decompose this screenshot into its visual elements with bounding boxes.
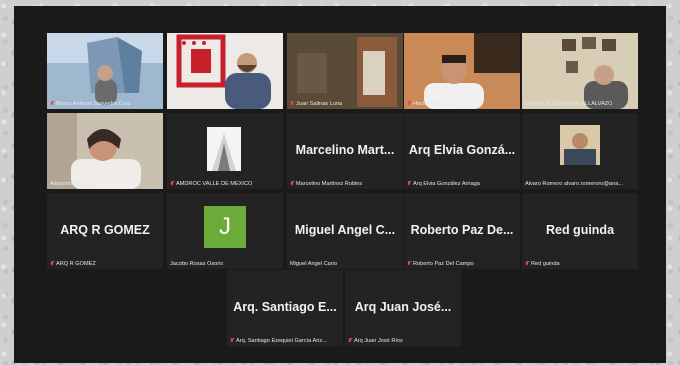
participant-label: Marco Antonio Saavedra Cruz <box>50 101 131 107</box>
participant-label: Roberto Paz Del Campo <box>407 261 474 267</box>
avatar: J <box>204 206 246 248</box>
participant-tile-15[interactable]: Red guinda Red guinda <box>522 193 638 269</box>
mic-muted-icon <box>290 181 294 187</box>
mic-muted-icon <box>407 261 411 267</box>
participant-label: Jacobo Rosas Osorio <box>170 261 223 267</box>
mic-muted-icon <box>407 181 411 187</box>
participant-name: Alejandra Miranda <box>50 181 96 187</box>
participant-label: AMDROC VALLE DE MEXICO <box>170 181 252 187</box>
participant-name: Red guinda <box>531 261 560 267</box>
participant-label: ARQ R GOMEZ <box>50 261 96 267</box>
participant-label: Alvaro Romero alvaro.romeroro@ana... <box>525 181 623 187</box>
participant-tile-6[interactable]: Alejandra Miranda <box>47 113 163 189</box>
participant-tile-5-active-speaker[interactable]: ENRIQUE ESTRADA VILLALVAZO <box>522 33 638 109</box>
mic-muted-icon <box>525 261 529 267</box>
participant-tile-17[interactable]: Arq Juan José... Arq Juan José Ríos <box>345 270 461 346</box>
participant-name: Jacobo Rosas Osorio <box>170 261 224 267</box>
mic-muted-icon <box>348 338 352 344</box>
participant-label: Hector Valencia <box>407 101 452 107</box>
participant-video <box>167 33 283 109</box>
participant-display-name: Miguel Angel C... <box>294 223 396 237</box>
participant-tile-11[interactable]: ARQ R GOMEZ ARQ R GOMEZ <box>47 193 163 269</box>
participant-tile-12[interactable]: J Jacobo Rosas Osorio <box>167 193 283 269</box>
mic-muted-icon <box>407 101 411 107</box>
participant-label: Juan Salinas Luna <box>290 101 342 107</box>
mic-muted-icon <box>170 181 174 187</box>
participant-tile-4[interactable]: Hector Valencia <box>404 33 520 109</box>
participant-name: Arq. Santiago Ezequiel García Ariz... <box>236 338 327 344</box>
participant-display-name: ARQ R GOMEZ <box>60 223 150 237</box>
participant-display-name: Red guinda <box>545 223 615 237</box>
participant-tile-2[interactable]: Colegio de Arquitectos <box>167 33 283 109</box>
participant-tile-16[interactable]: Arq. Santiago E... Arq. Santiago Ezequie… <box>227 270 343 346</box>
participant-video <box>522 113 638 189</box>
participant-tile-13[interactable]: Miguel Angel C... Miguel Angel Cano <box>287 193 403 269</box>
participant-video <box>47 33 163 109</box>
participant-name: Alvaro Romero alvaro.romeroro@ana... <box>525 181 624 187</box>
participant-label: Marcelino Martinez Robles <box>290 181 362 187</box>
participant-tile-3[interactable]: Juan Salinas Luna <box>287 33 403 109</box>
participant-name: Arq Juan José Ríos <box>354 338 403 344</box>
participant-label: Red guinda <box>525 261 560 267</box>
participant-video <box>404 33 520 109</box>
zoom-gallery-window: Marco Antonio Saavedra Cruz Colegio de A… <box>14 6 666 363</box>
participant-tile-1[interactable]: Marco Antonio Saavedra Cruz <box>47 33 163 109</box>
participant-name: Juan Salinas Luna <box>296 101 343 107</box>
participant-tile-14[interactable]: Roberto Paz De... Roberto Paz Del Campo <box>404 193 520 269</box>
participant-label: Arq Elvia González Arriaga <box>407 181 480 187</box>
participant-name: ARQ R GOMEZ <box>56 261 96 267</box>
participant-name: Colegio de Arquitectos <box>170 101 226 107</box>
participant-tile-7[interactable]: AMDROC VALLE DE MEXICO <box>167 113 283 189</box>
participant-display-name: Arq Juan José... <box>354 300 452 314</box>
participant-display-name: Arq. Santiago E... <box>233 300 337 314</box>
participant-name: Roberto Paz Del Campo <box>413 261 474 267</box>
participant-video <box>522 33 638 109</box>
participant-display-name: Roberto Paz De... <box>410 223 514 237</box>
mic-muted-icon <box>50 101 54 107</box>
participant-display-name: Marcelino Mart... <box>295 143 395 157</box>
participant-name: Miguel Angel Cano <box>290 261 337 267</box>
participant-video <box>167 113 283 189</box>
participant-name: Arq Elvia González Arriaga <box>413 181 480 187</box>
participant-label: Colegio de Arquitectos <box>170 101 226 107</box>
participant-tile-9[interactable]: Arq Elvia Gonzá... Arq Elvia González Ar… <box>404 113 520 189</box>
participant-name: AMDROC VALLE DE MEXICO <box>176 181 253 187</box>
participant-label: Arq. Santiago Ezequiel García Ariz... <box>230 338 327 344</box>
participant-name: Marcelino Martinez Robles <box>296 181 363 187</box>
participant-label: Miguel Angel Cano <box>290 261 337 267</box>
mic-muted-icon <box>290 101 294 107</box>
participant-label: ENRIQUE ESTRADA VILLALVAZO <box>525 101 612 107</box>
mic-muted-icon <box>230 338 234 344</box>
mic-muted-icon <box>50 261 54 267</box>
participant-tile-10[interactable]: Alvaro Romero alvaro.romeroro@ana... <box>522 113 638 189</box>
participant-tile-8[interactable]: Marcelino Mart... Marcelino Martinez Rob… <box>287 113 403 189</box>
participant-label: Alejandra Miranda <box>50 181 95 187</box>
participant-video <box>287 33 403 109</box>
participant-label: Arq Juan José Ríos <box>348 338 403 344</box>
participant-video <box>47 113 163 189</box>
participant-name: Marco Antonio Saavedra Cruz <box>56 101 131 107</box>
participant-display-name: Arq Elvia Gonzá... <box>408 143 516 157</box>
participant-name: ENRIQUE ESTRADA VILLALVAZO <box>525 101 613 107</box>
participant-name: Hector Valencia <box>413 101 453 107</box>
